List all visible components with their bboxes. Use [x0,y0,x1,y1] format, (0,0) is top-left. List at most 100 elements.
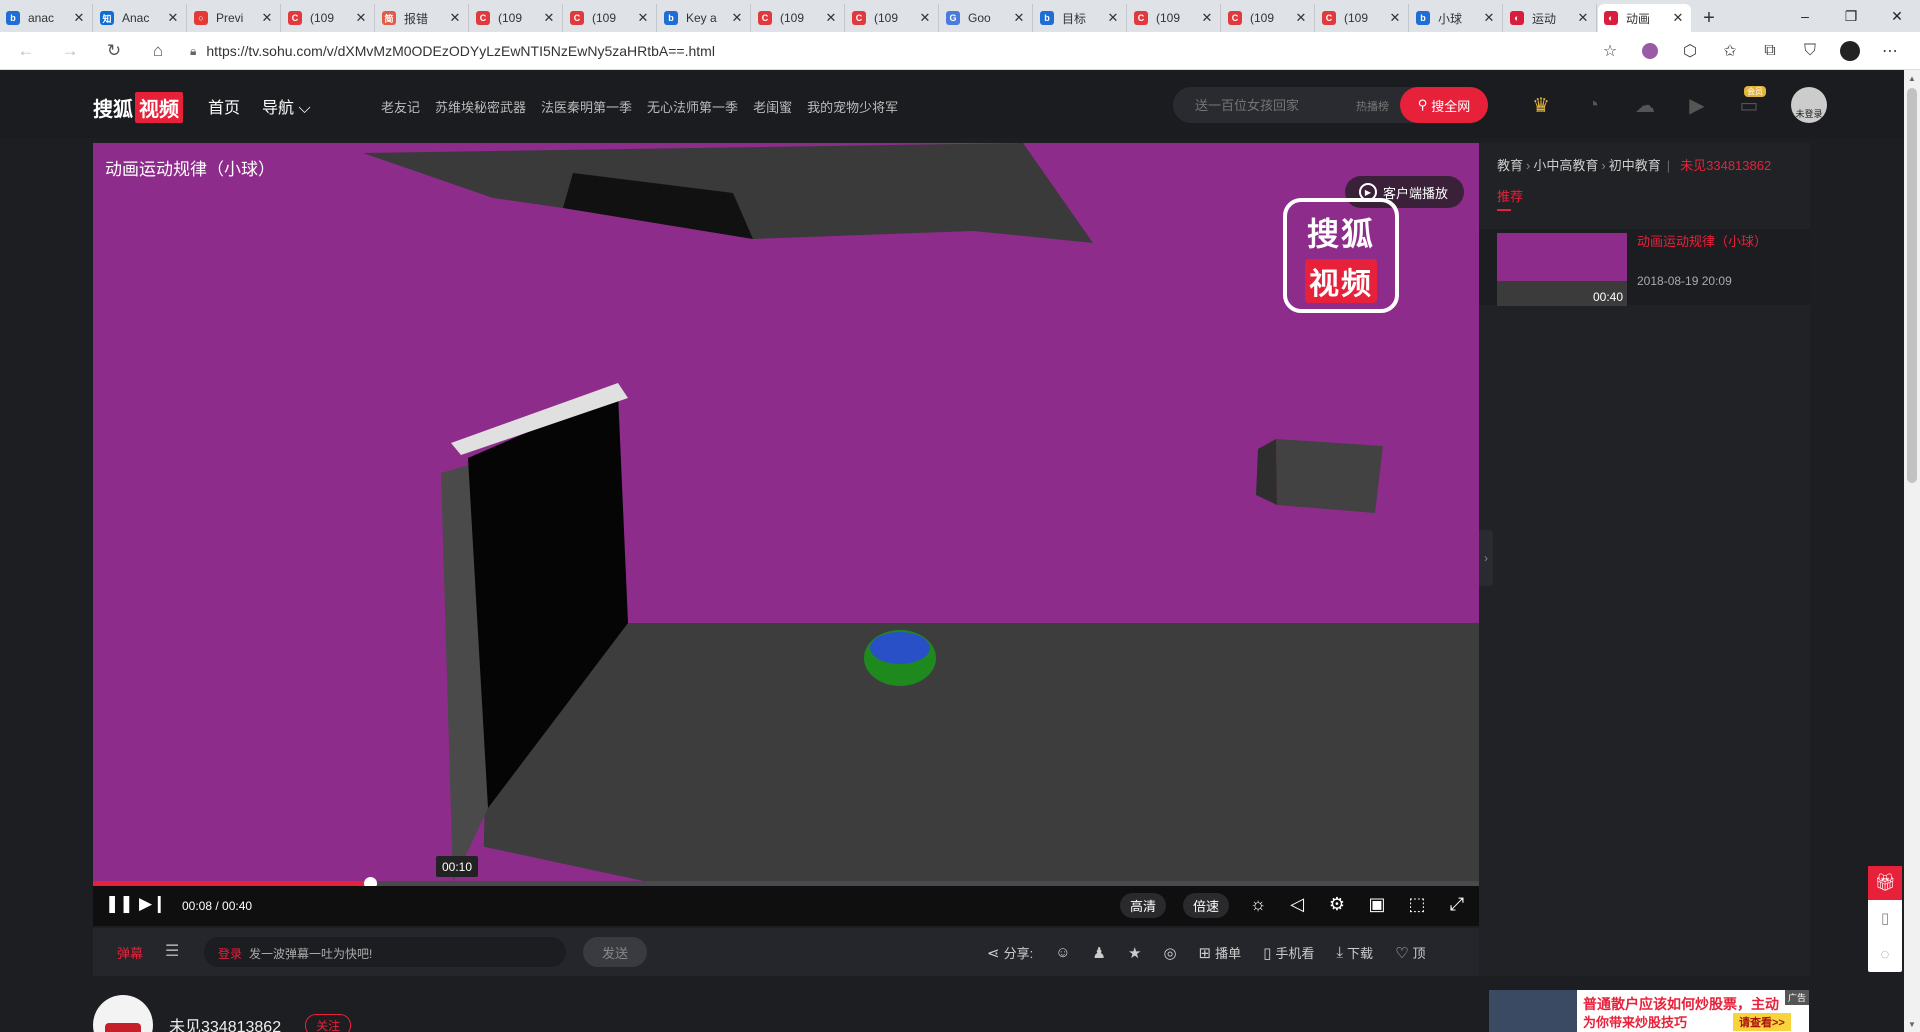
upload-cloud-icon[interactable]: ☁ [1632,92,1658,118]
tab-close-icon[interactable]: ✕ [1294,10,1308,26]
tab-close-icon[interactable]: ✕ [354,10,368,26]
collections-icon[interactable]: ⧉ [1752,36,1788,66]
browser-tab[interactable]: b anac ✕ [0,4,93,32]
topic-link[interactable]: 老闺蜜 [753,97,792,116]
weibo-share[interactable]: ◎ [1163,944,1176,962]
minimize-button[interactable]: – [1782,0,1828,32]
browser-tab[interactable]: 简报错 ✕ [376,4,469,32]
tab-close-icon[interactable]: ✕ [166,10,180,26]
mobile-icon[interactable]: ▯ [1868,900,1902,936]
shield-icon[interactable]: ⛉ [1792,36,1828,66]
tab-close-icon[interactable]: ✕ [824,10,838,26]
hot-list-link[interactable]: 热播榜 [1356,98,1389,114]
home-button[interactable]: ⌂ [140,36,176,66]
browser-tab[interactable]: b Key a ✕ [658,4,751,32]
browser-tab[interactable]: C (109 ✕ [1222,4,1315,32]
close-window-button[interactable]: ✕ [1874,0,1920,32]
sohu-video-logo[interactable]: 搜狐 视频 [93,92,183,123]
forward-button[interactable]: → [52,36,88,66]
tab-close-icon[interactable]: ✕ [542,10,556,26]
topic-link[interactable]: 苏维埃秘密武器 [435,97,526,116]
pause-icon[interactable]: ❚❚ [105,894,134,914]
page-scrollbar[interactable]: ▲ ▼ [1904,70,1920,1032]
uploader-name[interactable]: 未见334813862 [169,1013,281,1032]
tab-close-icon[interactable]: ✕ [1106,10,1120,26]
back-button[interactable]: ← [8,36,44,66]
send-danmu-button[interactable]: 发送 [583,937,647,967]
browser-tab[interactable]: C (109 ✕ [282,4,375,32]
scroll-up-icon[interactable]: ▲ [1904,70,1920,86]
mini-player-icon[interactable]: ▣ [1365,894,1389,915]
danmu-toggle[interactable]: 弹幕 [117,943,143,962]
browser-tab[interactable]: C (109 ✕ [752,4,845,32]
topic-link[interactable]: 法医秦明第一季 [541,97,632,116]
scroll-down-icon[interactable]: ▼ [1904,1016,1920,1032]
search-input[interactable] [1195,95,1345,115]
quality-button[interactable]: 高清 [1120,893,1167,918]
scroll-thumb[interactable] [1907,88,1917,483]
video-thumbnail[interactable]: 00:40 [1497,233,1627,306]
wechat-share[interactable]: ☺ [1055,944,1070,961]
uploader-avatar[interactable] [93,995,153,1032]
feedback-icon[interactable]: ◌ [1868,936,1902,972]
reload-button[interactable]: ↻ [96,36,132,66]
gift-icon[interactable]: 🎁︎ [1868,866,1902,900]
tab-close-icon[interactable]: ✕ [72,10,86,26]
topic-link[interactable]: 老友记 [381,97,420,116]
crumb-link[interactable]: 教育 [1497,158,1523,173]
restore-button[interactable]: ❐ [1828,0,1874,32]
browser-tab[interactable]: 知 Anac ✕ [94,4,187,32]
browser-tab[interactable]: C (109 ✕ [1316,4,1409,32]
danmu-settings-icon[interactable]: ☰ [165,941,179,961]
tab-close-icon[interactable]: ✕ [1576,10,1590,26]
browser-tab[interactable]: b 小球 ✕ [1410,4,1503,32]
extensions-puzzle-icon[interactable]: ⬡ [1672,36,1708,66]
fullscreen-icon[interactable]: ⤢ [1445,894,1469,915]
tab-close-icon[interactable]: ✕ [1200,10,1214,26]
extension-circle-icon[interactable] [1632,36,1668,66]
speed-button[interactable]: 倍速 [1183,893,1230,918]
vip-crown-icon[interactable]: ♛ [1528,92,1554,118]
video-player[interactable]: 动画运动规律（小球） ▶ 客户端播放 搜狐 视频 00:10 ❚❚ ▶❙ 00:… [93,143,1479,926]
tab-close-icon[interactable]: ✕ [636,10,650,26]
mobile-watch-button[interactable]: ▯ 手机看 [1263,943,1314,962]
user-avatar[interactable]: 未登录 [1791,87,1827,123]
login-link[interactable]: 登录 [218,945,242,962]
tab-close-icon[interactable]: ✕ [260,10,274,26]
download-button[interactable]: ⤓ 下载 [1336,943,1373,962]
more-menu-icon[interactable]: ⋯ [1872,36,1908,66]
browser-tab[interactable]: ◐ 动画 ✕ [1598,4,1691,32]
follow-button[interactable]: 关注 [305,1013,352,1032]
star-share[interactable]: ★ [1128,944,1141,962]
like-button[interactable]: ♡ 顶 [1395,943,1425,962]
sidebar-uploader-link[interactable]: 未见334813862 [1680,158,1771,173]
crumb-link[interactable]: 小中高教育 [1533,158,1598,173]
tab-close-icon[interactable]: ✕ [1482,10,1496,26]
tab-recommend[interactable]: 推荐 [1497,186,1523,211]
favorites-icon[interactable]: ✩ [1712,36,1748,66]
browser-tab[interactable]: ◐ 运动 ✕ [1504,4,1597,32]
browser-tab[interactable]: C (109 ✕ [846,4,939,32]
play-list-icon[interactable]: ▶ [1684,92,1710,118]
settings-gear-icon[interactable]: ⚙ [1325,894,1349,915]
new-tab-button[interactable]: + [1692,4,1726,32]
topic-link[interactable]: 无心法师第一季 [647,97,738,116]
ad-cta[interactable]: 请查看>> [1733,1013,1791,1031]
browser-tab[interactable]: C (109 ✕ [564,4,657,32]
next-icon[interactable]: ▶❙ [139,894,166,914]
rec-video-title[interactable]: 动画运动规律（小球） [1637,231,1767,250]
browser-tab[interactable]: G Goo ✕ [940,4,1033,32]
nav-home[interactable]: 首页 [208,94,240,118]
web-fullscreen-icon[interactable]: ⬚ [1405,894,1429,915]
tab-close-icon[interactable]: ✕ [730,10,744,26]
topic-link[interactable]: 我的宠物少将军 [807,97,898,116]
tab-close-icon[interactable]: ✕ [1012,10,1026,26]
favorite-star-icon[interactable]: ☆ [1592,36,1628,66]
qq-share[interactable]: ♟ [1093,944,1106,962]
danmu-input[interactable]: 登录 发一波弹幕一吐为快吧! [204,937,566,967]
crumb-link[interactable]: 初中教育 [1609,158,1661,173]
ad-banner[interactable]: 普通散户应该如何炒股票，主动 为你带来炒股技巧 请查看>> 广告 [1489,990,1809,1032]
search-button[interactable]: ⚲ 搜全网 [1400,87,1488,123]
tab-close-icon[interactable]: ✕ [1388,10,1402,26]
nav-guide[interactable]: 导航 ⌵ [262,94,311,118]
